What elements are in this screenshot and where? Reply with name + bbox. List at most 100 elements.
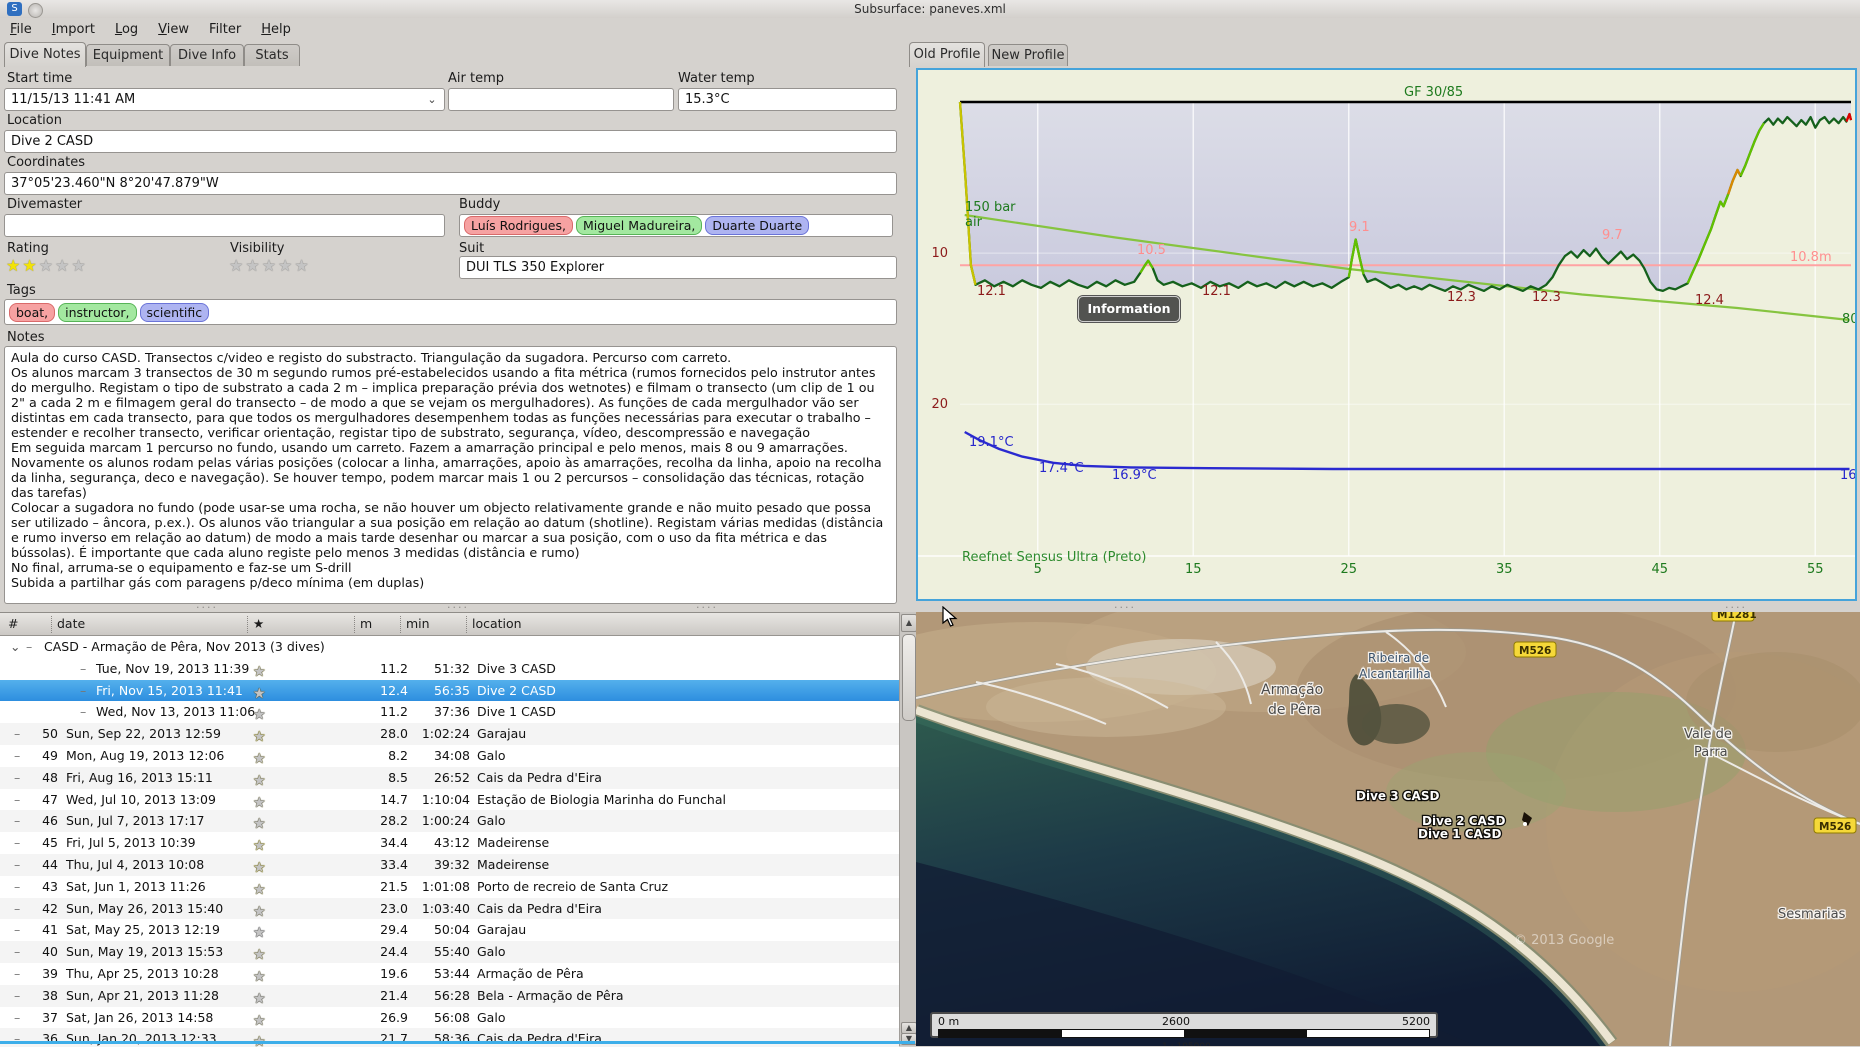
map-label: Dive 3 CASD bbox=[1356, 789, 1439, 803]
table-row[interactable]: –40 Sun, May 19, 2013 15:53 ★ ★ ★ ★ ★ 24.4 55:40… bbox=[0, 941, 899, 963]
visibility-stars[interactable]: ★★★★★ bbox=[229, 257, 311, 275]
menubar: File Import Log View Filter Help bbox=[0, 18, 1860, 42]
table-row[interactable]: –44 Thu, Jul 4, 2013 10:08 ★ ★ ★ ★ ★ 33.4 39:32 M… bbox=[0, 853, 899, 876]
svg-text:10.8m: 10.8m bbox=[1790, 250, 1832, 265]
svg-text:GF 30/85: GF 30/85 bbox=[1404, 85, 1463, 100]
table-row[interactable]: –43 Sat, Jun 1, 2013 11:26 ★ ★ ★ ★ ★ 21.5 1:01:0… bbox=[0, 876, 899, 898]
table-row[interactable]: –42 Sun, May 26, 2013 15:40 ★ ★ ★ ★ ★ 23.0 1:03:… bbox=[0, 897, 899, 920]
menu-log[interactable]: Log bbox=[105, 18, 148, 41]
buddy-pill[interactable]: Luís Rodrigues, bbox=[464, 216, 573, 235]
table-row[interactable]: –36Sun, Jan 20, 2013 12:33★★★★★21.758:36… bbox=[0, 1028, 899, 1047]
star-icon: ★ bbox=[55, 256, 72, 275]
tag-pill[interactable]: boat, bbox=[9, 302, 56, 322]
table-row[interactable]: –48 Fri, Aug 16, 2013 15:11 ★ ★ ★ ★ ★ 8.5 26:52 C… bbox=[0, 766, 899, 789]
coordinates-field[interactable]: 37°05'23.460"N 8°20'47.879"W bbox=[4, 172, 897, 195]
window-menu-icon[interactable] bbox=[28, 3, 43, 18]
star-icon: ★ bbox=[253, 707, 267, 724]
notes-field[interactable]: Aula do curso CASD. Transectos c/video e… bbox=[4, 346, 897, 604]
mouse-cursor bbox=[942, 606, 958, 627]
svg-text:10.5: 10.5 bbox=[1137, 243, 1166, 258]
air-temp-field[interactable] bbox=[448, 88, 674, 111]
star-icon: ★ bbox=[253, 794, 267, 811]
start-time-combo[interactable]: 11/15/13 11:41 AM ⌄ bbox=[4, 88, 445, 111]
scale-left: 0 m bbox=[938, 1015, 960, 1028]
map-label: Dive 1 CASD bbox=[1418, 827, 1501, 841]
tab-dive-info[interactable]: Dive Info bbox=[170, 44, 244, 66]
column-header-1[interactable]: date bbox=[57, 616, 85, 631]
column-header-0[interactable]: # bbox=[8, 616, 18, 631]
tab-stats[interactable]: Stats bbox=[244, 44, 300, 66]
divemaster-label: Divemaster bbox=[7, 197, 83, 212]
map-panel[interactable]: Armação de Pêra Ribeira de Alcantarilha Vale… bbox=[916, 612, 1860, 1046]
information-tooltip-label: Information bbox=[1087, 301, 1171, 316]
dive-list-header[interactable]: # date ★ m min location bbox=[0, 613, 899, 636]
rating-label: Rating bbox=[7, 241, 49, 256]
star-icon: ★ bbox=[253, 750, 267, 767]
svg-text:20: 20 bbox=[931, 397, 948, 412]
scrollbar-thumb[interactable] bbox=[902, 634, 916, 721]
window-titlebar[interactable]: Subsurface: paneves.xml bbox=[0, 0, 1860, 18]
table-row[interactable]: –49 Mon, Aug 19, 2013 12:06 ★ ★ ★ ★ ★ 8.2 34:08 G… bbox=[0, 745, 899, 767]
table-row[interactable]: –46 Sun, Jul 7, 2013 17:17 ★ ★ ★ ★ ★ 28.2 1:00:2… bbox=[0, 810, 899, 832]
rating-stars[interactable]: ★★★★★ bbox=[6, 257, 88, 275]
star-icon: ★ bbox=[38, 256, 56, 275]
column-header-3[interactable]: m bbox=[360, 616, 372, 631]
tag-pill[interactable]: scientific bbox=[139, 302, 210, 322]
star-icon: ★ bbox=[253, 772, 267, 789]
buddy-pill[interactable]: Duarte Duarte bbox=[705, 216, 810, 235]
suit-field[interactable]: DUI TLS 350 Explorer bbox=[459, 256, 897, 279]
divemaster-field[interactable] bbox=[4, 214, 445, 237]
menu-filter[interactable]: Filter bbox=[199, 18, 251, 41]
star-icon: ★ bbox=[253, 947, 267, 964]
menu-import[interactable]: Import bbox=[42, 18, 105, 41]
star-icon: ★ bbox=[245, 256, 262, 275]
table-row[interactable]: –47 Wed, Jul 10, 2013 13:09 ★ ★ ★ ★ ★ 14.7 1:10:… bbox=[0, 789, 899, 811]
scroll-up-button[interactable]: ▲ bbox=[901, 614, 917, 632]
table-row[interactable]: –41 Sat, May 25, 2013 12:19 ★ ★ ★ ★ ★ 29.4 50:04… bbox=[0, 919, 899, 941]
table-row[interactable]: – Wed, Nov 13, 2013 11:06 ★ ★ ★ ★ ★ 11.2 37:36 Di… bbox=[0, 701, 899, 723]
star-icon: ★ bbox=[229, 256, 246, 275]
tag-pill[interactable]: instructor, bbox=[58, 302, 137, 322]
notes-label: Notes bbox=[7, 330, 45, 345]
location-label: Location bbox=[7, 113, 62, 128]
chevron-down-icon[interactable]: ⌄ bbox=[424, 89, 440, 110]
menu-view[interactable]: View bbox=[148, 18, 199, 41]
menu-help[interactable]: Help bbox=[251, 18, 301, 41]
map-label: de Pêra bbox=[1268, 702, 1321, 718]
trip-row[interactable]: ⌄ – CASD - Armação de Pêra, Nov 2013 (3 di… bbox=[0, 636, 899, 658]
expander-icon[interactable]: ⌄ bbox=[10, 639, 20, 654]
dive-profile-panel[interactable]: 12.1 12.1 12.3 12.3 12.4 10.5 9.1 9.7 10.8m 19.1°… bbox=[916, 68, 1859, 601]
visibility-label: Visibility bbox=[230, 241, 285, 256]
table-row[interactable]: –39 Thu, Apr 25, 2013 10:28 ★ ★ ★ ★ ★ 19.6 53:44… bbox=[0, 963, 899, 985]
dive-list-scrollbar[interactable]: ▲ ▲ ▼ bbox=[899, 612, 917, 1046]
tab-dive-notes[interactable]: Dive Notes bbox=[4, 42, 86, 67]
water-temp-field[interactable]: 15.3°C bbox=[678, 88, 897, 111]
table-row[interactable]: –37 Sat, Jan 26, 2013 14:58 ★ ★ ★ ★ ★ 26.9 56:08… bbox=[0, 1007, 899, 1029]
location-field[interactable]: Dive 2 CASD bbox=[4, 130, 897, 153]
star-icon: ★ bbox=[261, 256, 279, 275]
column-header-4[interactable]: min bbox=[406, 616, 430, 631]
tab-equipment[interactable]: Equipment bbox=[86, 44, 170, 66]
buddy-pill[interactable]: Miguel Madureira, bbox=[575, 216, 703, 235]
buddy-field[interactable]: Luís Rodrigues, Miguel Madureira, Duarte D… bbox=[459, 214, 893, 237]
air-temp-label: Air temp bbox=[448, 71, 504, 86]
tab-new-profile[interactable]: New Profile bbox=[988, 44, 1068, 66]
column-header-2[interactable]: ★ bbox=[253, 616, 264, 631]
table-row[interactable]: –38 Sun, Apr 21, 2013 11:28 ★ ★ ★ ★ ★ 21.4 56:28… bbox=[0, 984, 899, 1007]
tags-field[interactable]: boat, instructor, scientific bbox=[4, 299, 897, 325]
tags-label: Tags bbox=[7, 283, 36, 298]
star-icon: ★ bbox=[253, 685, 267, 702]
table-row[interactable]: – Fri, Nov 15, 2013 11:41 ★ ★ ★ ★ ★ 12.4 56:35 Di… bbox=[0, 679, 899, 702]
star-icon: ★ bbox=[253, 816, 267, 833]
svg-text:12.3: 12.3 bbox=[1532, 290, 1561, 305]
tab-old-profile[interactable]: Old Profile bbox=[909, 42, 985, 67]
column-header-5[interactable]: location bbox=[472, 616, 522, 631]
table-row[interactable]: –45 Fri, Jul 5, 2013 10:39 ★ ★ ★ ★ ★ 34.4 43:12 M… bbox=[0, 832, 899, 854]
table-row[interactable]: – Tue, Nov 19, 2013 11:39 ★ ★ ★ ★ ★ 11.2 51:32 Di… bbox=[0, 658, 899, 680]
menu-file[interactable]: File bbox=[0, 18, 42, 41]
svg-text:80: 80 bbox=[1842, 312, 1855, 327]
star-icon: ★ bbox=[253, 1012, 267, 1029]
information-tooltip[interactable]: Information bbox=[1078, 296, 1180, 322]
satellite-map: Armação de Pêra Ribeira de Alcantarilha Vale… bbox=[916, 612, 1860, 1046]
table-row[interactable]: –50 Sun, Sep 22, 2013 12:59 ★ ★ ★ ★ ★ 28.0 1:02:… bbox=[0, 723, 899, 745]
